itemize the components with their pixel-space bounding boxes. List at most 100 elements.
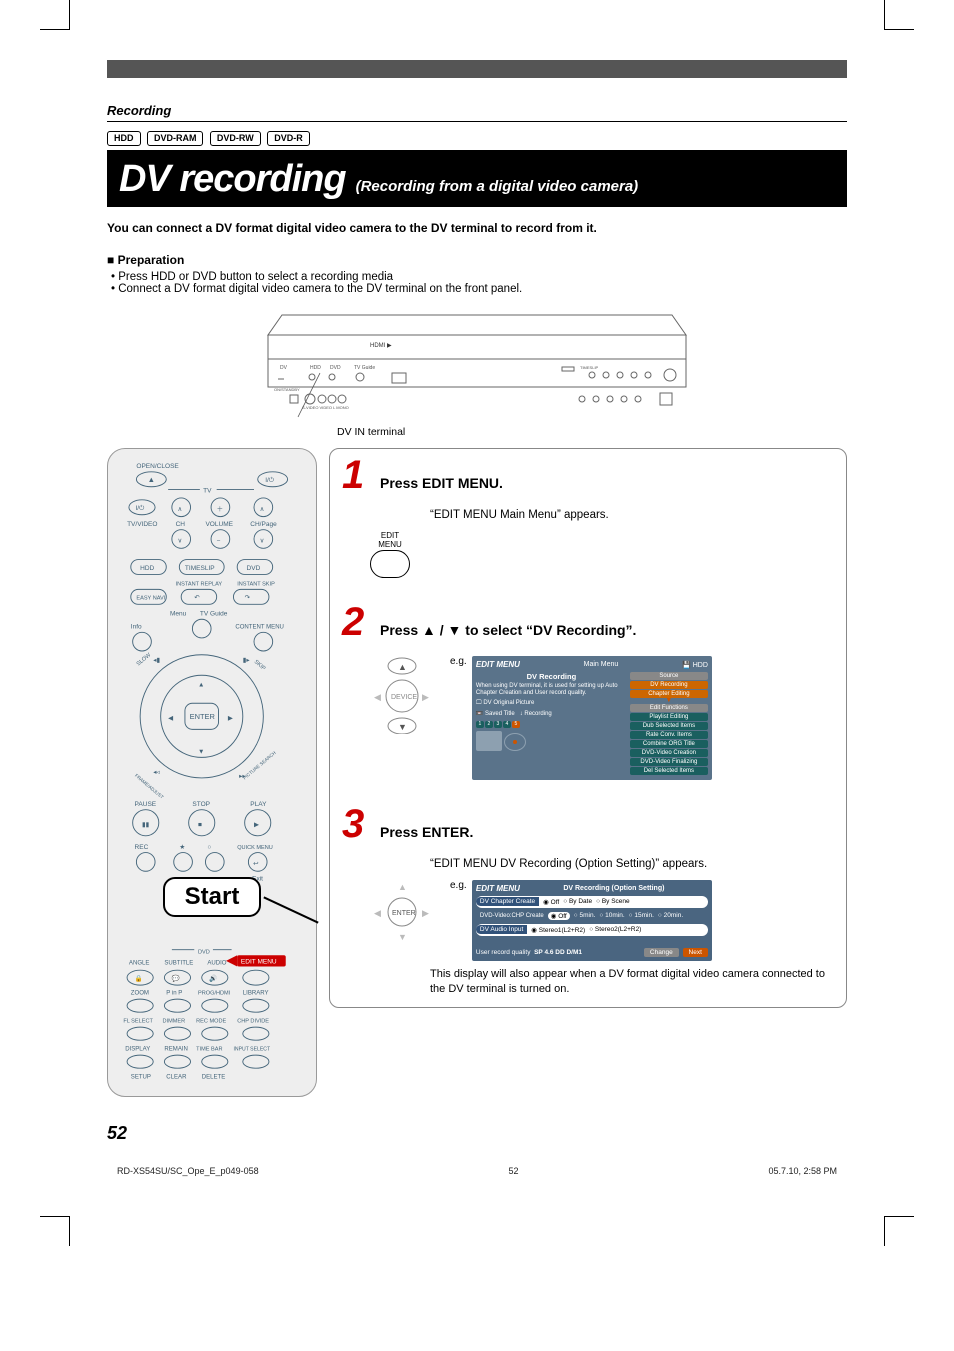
svg-text:TIMESLIP: TIMESLIP <box>185 565 215 572</box>
prep-item-1: Press HDD or DVD button to select a reco… <box>111 271 847 283</box>
svg-text:◂▮: ◂▮ <box>153 657 160 664</box>
svg-text:STOP: STOP <box>192 801 210 808</box>
disc-badges: HDD DVD-RAM DVD-RW DVD-R <box>107 128 847 146</box>
badge-dvdr: DVD-R <box>267 131 310 146</box>
mini-num: 5 <box>512 721 520 728</box>
svg-text:I/⏻: I/⏻ <box>135 505 144 512</box>
opt-20min: 20min. <box>664 912 684 919</box>
preparation-list: Press HDD or DVD button to select a reco… <box>107 271 847 295</box>
svg-text:▲: ▲ <box>398 662 407 672</box>
edit-menu-button-icon <box>370 550 410 578</box>
svg-text:CH: CH <box>176 521 186 528</box>
dv-terminal-label: DV IN terminal <box>337 426 847 438</box>
mini-num: 2 <box>485 721 493 728</box>
svg-text:＋: ＋ <box>217 505 224 513</box>
svg-text:PROG/HDMI: PROG/HDMI <box>198 990 231 996</box>
osd-desc-text: When using DV terminal, it is used for s… <box>476 683 627 697</box>
svg-text:★: ★ <box>179 843 185 851</box>
svg-text:INPUT SELECT: INPUT SELECT <box>233 1046 271 1052</box>
osd-head-center: Main Menu <box>584 661 619 668</box>
svg-text:INSTANT REPLAY: INSTANT REPLAY <box>176 582 223 588</box>
osd-main-menu: EDIT MENU Main Menu 💾 HDD DV Recording W… <box>472 656 712 780</box>
footer-left: RD-XS54SU/SC_Ope_E_p049-058 <box>117 1166 259 1176</box>
top-gray-bar <box>107 60 847 78</box>
osd-del-selected: Del Selected Items <box>630 767 708 775</box>
svg-text:REMAIN: REMAIN <box>164 1046 188 1052</box>
svg-text:VOLUME: VOLUME <box>205 521 233 528</box>
remote-illustration: OPEN/CLOSE ▲ I/⏻ TV I/⏻ ∧ ＋ ∧ TV/VIDEOCH… <box>107 448 317 1097</box>
osd-combine-org: Combine ORG Title <box>630 740 708 748</box>
svg-text:DEVICE: DEVICE <box>391 694 417 701</box>
svg-text:■: ■ <box>198 821 202 828</box>
svg-text:PLAY: PLAY <box>250 801 267 808</box>
eg-label-3: e.g. <box>450 880 467 891</box>
osd-dv-recording-title: DV Recording <box>476 672 627 681</box>
next-button: Next <box>683 948 708 957</box>
osd-edit-functions: Edit Functions <box>630 704 708 712</box>
svg-text:TV/VIDEO: TV/VIDEO <box>127 521 157 528</box>
dv-audio-input-label: DV Audio Input <box>476 925 527 934</box>
osd-playlist-editing: Playlist Editing <box>630 713 708 721</box>
svg-text:∨: ∨ <box>177 538 182 545</box>
svg-text:💬: 💬 <box>172 974 180 982</box>
footer-center: 52 <box>509 1166 519 1176</box>
svg-text:▮▸: ▮▸ <box>243 657 251 664</box>
step-3: 3 Press ENTER. “EDIT MENU DV Recording (… <box>342 808 834 997</box>
svg-text:REC: REC <box>135 844 149 851</box>
osd-dub-selected: Dub Selected Items <box>630 722 708 730</box>
svg-text:SETUP: SETUP <box>131 1074 151 1080</box>
title-block: DV recording (Recording from a digital v… <box>107 150 847 207</box>
step-3-desc: “EDIT MENU DV Recording (Option Setting)… <box>430 858 834 870</box>
page: Recording HDD DVD-RAM DVD-RW DVD-R DV re… <box>107 60 847 1176</box>
opt-10min: 10min. <box>605 912 625 919</box>
svg-text:−: − <box>217 538 221 545</box>
step-2: 2 Press ▲ / ▼ to select “DV Recording”. … <box>342 606 834 780</box>
svg-text:▲: ▲ <box>148 475 155 484</box>
step-3-title: Press ENTER. <box>380 824 473 840</box>
preparation-heading-text: Preparation <box>118 253 185 267</box>
svg-text:DIMMER: DIMMER <box>163 1018 186 1024</box>
device-front-panel-illustration: HDMI ▶ DV HDD DVD TV Guide ON/STANDBY S-… <box>262 307 692 422</box>
svg-text:AUDIO: AUDIO <box>207 961 226 967</box>
osd-logo: EDIT MENU <box>476 660 520 669</box>
svg-text:▼: ▼ <box>198 749 204 756</box>
svg-text:Menu: Menu <box>170 611 187 618</box>
badge-hdd: HDD <box>107 131 141 146</box>
svg-text:I/⏻: I/⏻ <box>265 477 274 484</box>
step-1-desc: “EDIT MENU Main Menu” appears. <box>430 509 834 521</box>
svg-text:SUBTITLE: SUBTITLE <box>164 961 193 967</box>
svg-text:ENTER: ENTER <box>190 712 216 721</box>
section-heading: Recording <box>107 103 847 122</box>
osd-rate-conv: Rate Conv. Items <box>630 731 708 739</box>
svg-text:↶: ↶ <box>194 595 200 602</box>
change-button: Change <box>644 948 679 957</box>
svg-text:TV Guide: TV Guide <box>200 611 228 618</box>
dpad-icon: ▲ DEVICE ▼ ◀▶ <box>370 656 434 734</box>
svg-text:∧: ∧ <box>177 506 182 513</box>
svg-text:▼: ▼ <box>398 932 407 942</box>
svg-text:▶: ▶ <box>422 692 429 702</box>
opt-off: Off <box>551 899 560 906</box>
badge-dvdram: DVD-RAM <box>147 131 204 146</box>
osd-dvd-finalizing: DVD-Video Finalizing <box>630 758 708 766</box>
osd-source-label: Source <box>630 672 708 680</box>
svg-text:LIBRARY: LIBRARY <box>243 990 269 996</box>
steps-container: 1 Press EDIT MENU. “EDIT MENU Main Menu”… <box>329 448 847 1008</box>
badge-dvdrw: DVD-RW <box>210 131 261 146</box>
svg-text:ENTER: ENTER <box>392 910 416 917</box>
opt-off2: Off <box>558 913 567 920</box>
preparation-heading: ■ Preparation <box>107 253 847 267</box>
svg-text:CHP DIVIDE: CHP DIVIDE <box>237 1018 269 1024</box>
osd-right-dv-recording: DV Recording <box>630 681 708 689</box>
opt-15min: 15min. <box>634 912 654 919</box>
svg-text:HDD: HDD <box>310 365 321 371</box>
prep-item-2: Connect a DV format digital video camera… <box>111 283 847 295</box>
svg-text:∨: ∨ <box>260 538 265 545</box>
svg-text:◀: ◀ <box>374 908 381 918</box>
svg-text:▶: ▶ <box>254 821 260 828</box>
opt-stereo1: Stereo1(L2+R2) <box>539 927 585 934</box>
svg-text:TIME BAR: TIME BAR <box>196 1046 222 1052</box>
svg-text:◂◃: ◂◃ <box>153 769 160 776</box>
step-2-title: Press ▲ / ▼ to select “DV Recording”. <box>380 622 636 638</box>
step-number-2: 2 <box>342 606 372 638</box>
